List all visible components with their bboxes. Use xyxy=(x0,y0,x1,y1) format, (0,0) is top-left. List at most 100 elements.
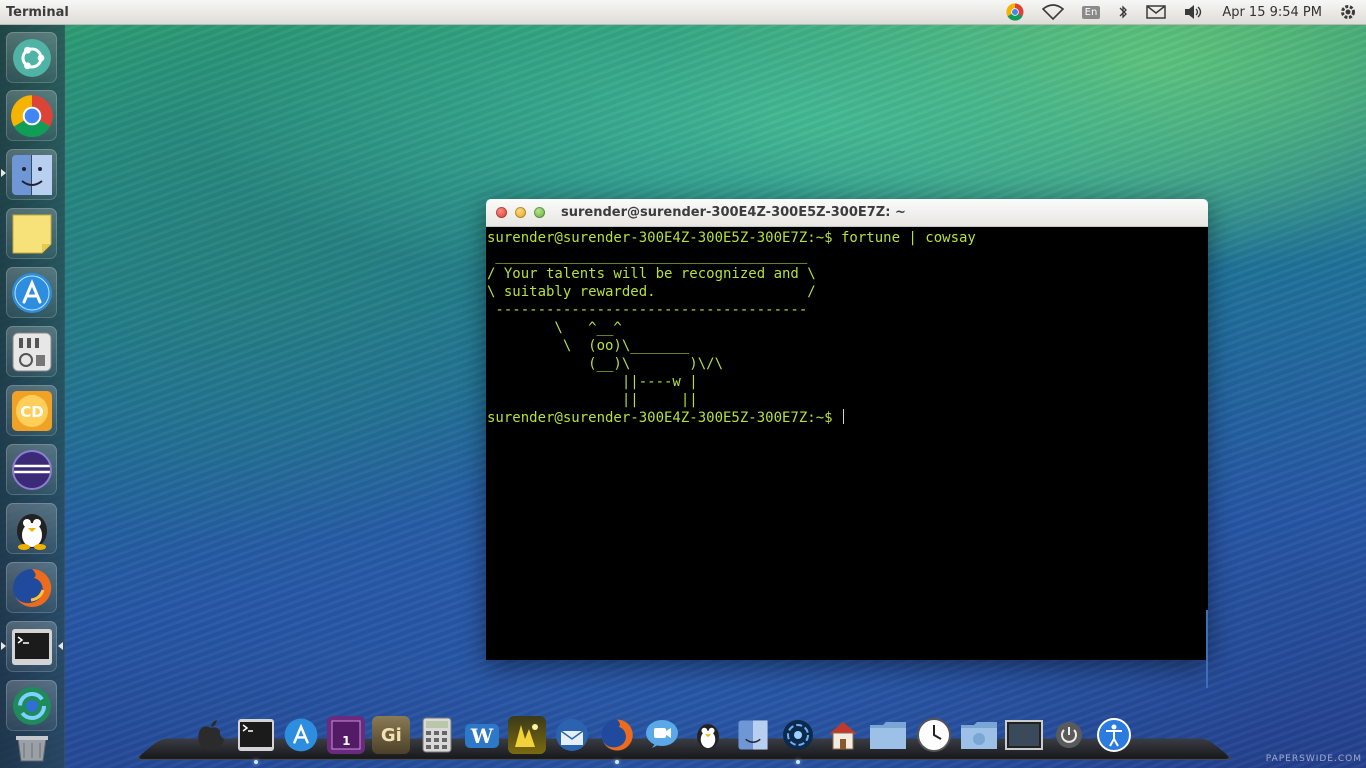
finder-icon xyxy=(11,154,52,195)
finder-icon xyxy=(738,720,768,750)
running-indicator xyxy=(253,760,258,764)
dock-finder[interactable] xyxy=(734,716,772,754)
terminal-line: \ ^__^ xyxy=(487,320,622,336)
minimize-button[interactable] xyxy=(515,207,526,218)
keyboard-layout-label: En xyxy=(1081,5,1101,19)
firefox-icon xyxy=(601,719,634,751)
maximize-button[interactable] xyxy=(534,207,545,218)
top-panel: Terminal En Apr 15 9:54 PM xyxy=(0,0,1366,25)
dock-gimp[interactable]: Gi xyxy=(372,716,411,754)
bluetooth-icon[interactable] xyxy=(1118,0,1128,24)
home-icon xyxy=(829,722,858,750)
dock-penguin-app[interactable] xyxy=(689,716,727,754)
facetime-icon xyxy=(646,720,679,748)
terminal-icon xyxy=(11,628,52,665)
power-icon xyxy=(1056,722,1083,748)
dock-wordpress[interactable]: W xyxy=(463,716,501,754)
active-app-title: Terminal xyxy=(6,4,69,20)
downloads-folder-icon xyxy=(960,722,997,749)
terminal-window[interactable]: surender@surender-300E4Z-300E5Z-300E7Z: … xyxy=(486,199,1208,688)
terminal-line: ||----w | xyxy=(487,374,698,390)
dock-home[interactable] xyxy=(824,716,862,754)
volume-icon[interactable] xyxy=(1184,0,1204,24)
wordpress-icon: W xyxy=(464,724,499,748)
app-store-icon xyxy=(11,272,52,313)
firefox-icon xyxy=(12,568,51,607)
close-button[interactable] xyxy=(496,207,507,218)
dock-terminal[interactable] xyxy=(237,716,275,764)
workspace-number: 1 xyxy=(342,734,351,748)
focused-indicator xyxy=(58,642,63,650)
terminal-line: || || xyxy=(487,392,698,408)
terminal-titlebar[interactable]: surender@surender-300E4Z-300E5Z-300E7Z: … xyxy=(486,199,1208,227)
photo-icon xyxy=(514,724,538,747)
keyboard-layout-indicator[interactable]: En xyxy=(1081,0,1101,24)
terminal-title: surender@surender-300E4Z-300E5Z-300E7Z: … xyxy=(561,205,906,220)
app-store-icon xyxy=(284,718,318,752)
wifi-icon[interactable] xyxy=(1041,0,1064,24)
terminal-body[interactable]: surender@surender-300E4Z-300E5Z-300E7Z:~… xyxy=(486,227,1208,688)
dock-accessibility[interactable] xyxy=(1095,716,1133,754)
firefox-launcher[interactable] xyxy=(6,562,57,613)
settings-icon xyxy=(12,332,51,371)
cd-burner-launcher[interactable]: CD xyxy=(6,385,57,436)
terminal-line: ------------------------------------- xyxy=(487,302,808,318)
chrome-launcher[interactable] xyxy=(6,90,57,141)
terminal-line: (__)\ )\/\ xyxy=(487,356,724,372)
terminal-line: _____________________________________ xyxy=(487,248,808,264)
svg-text:CD: CD xyxy=(20,403,43,421)
mail-icon[interactable] xyxy=(1146,0,1167,24)
running-indicator xyxy=(796,760,801,764)
clock-icon xyxy=(916,718,951,752)
chrome-icon[interactable] xyxy=(1006,0,1024,24)
wallpaper-watermark: PAPERSWIDE.COM xyxy=(1265,754,1362,764)
refresh-icon xyxy=(12,686,51,725)
dock-swirl-app[interactable] xyxy=(779,716,817,764)
terminal-output: surender@surender-300E4Z-300E5Z-300E7Z:~… xyxy=(486,227,1208,427)
folder-icon xyxy=(870,722,907,749)
indicator-area: En Apr 15 9:54 PM xyxy=(997,0,1366,24)
refresh-app-launcher[interactable] xyxy=(6,680,57,731)
finder-launcher[interactable] xyxy=(6,149,57,200)
dock-screen[interactable] xyxy=(1004,716,1043,754)
svg-text:W: W xyxy=(469,724,493,748)
terminal-line: \ (oo)\_______ xyxy=(487,338,690,354)
dock-power[interactable] xyxy=(1050,716,1088,754)
terminal-icon xyxy=(237,719,274,751)
terminal-line: / Your talents will be recognized and \ xyxy=(487,266,816,282)
terminal-line: surender@surender-300E4Z-300E5Z-300E7Z:~… xyxy=(487,230,976,246)
trash-launcher[interactable] xyxy=(6,731,57,765)
dock-downloads[interactable] xyxy=(960,716,998,754)
terminal-line: \ suitably rewarded. / xyxy=(487,284,816,300)
accessibility-icon xyxy=(1097,718,1132,752)
dock-documents[interactable] xyxy=(869,716,907,754)
dock-clock[interactable] xyxy=(915,716,953,754)
ubuntu-icon xyxy=(12,38,51,77)
power-gear-icon[interactable] xyxy=(1339,0,1357,24)
terminal-scrollbar[interactable] xyxy=(1206,610,1208,688)
dock-apple[interactable] xyxy=(192,716,230,754)
gimp-label: Gi xyxy=(380,724,402,746)
dock-firefox[interactable] xyxy=(598,716,636,764)
launcher: CD xyxy=(0,25,65,768)
dock-app-store[interactable] xyxy=(282,716,320,754)
penguin-app-launcher[interactable] xyxy=(6,503,57,554)
app-store-launcher[interactable] xyxy=(6,267,57,318)
dock-workspace[interactable]: 1 xyxy=(327,716,366,754)
terminal-launcher[interactable] xyxy=(6,621,57,672)
chrome-icon xyxy=(10,94,53,137)
terminal-prompt: surender@surender-300E4Z-300E5Z-300E7Z:~… xyxy=(487,410,842,426)
eclipse-icon xyxy=(11,449,52,490)
trash-icon xyxy=(15,736,48,762)
eclipse-launcher[interactable] xyxy=(6,444,57,495)
swirl-icon xyxy=(783,720,814,750)
ubuntu-dash-launcher[interactable] xyxy=(6,32,57,83)
system-settings-launcher[interactable] xyxy=(6,326,57,377)
dock-photo-app[interactable] xyxy=(507,716,546,754)
dock-facetime[interactable] xyxy=(643,716,681,754)
sticky-notes-launcher[interactable] xyxy=(6,208,57,259)
dock-thunderbird[interactable] xyxy=(553,716,591,754)
clock[interactable]: Apr 15 9:54 PM xyxy=(1222,0,1322,24)
terminal-cursor xyxy=(843,409,845,424)
dock-calculator[interactable] xyxy=(418,716,456,754)
